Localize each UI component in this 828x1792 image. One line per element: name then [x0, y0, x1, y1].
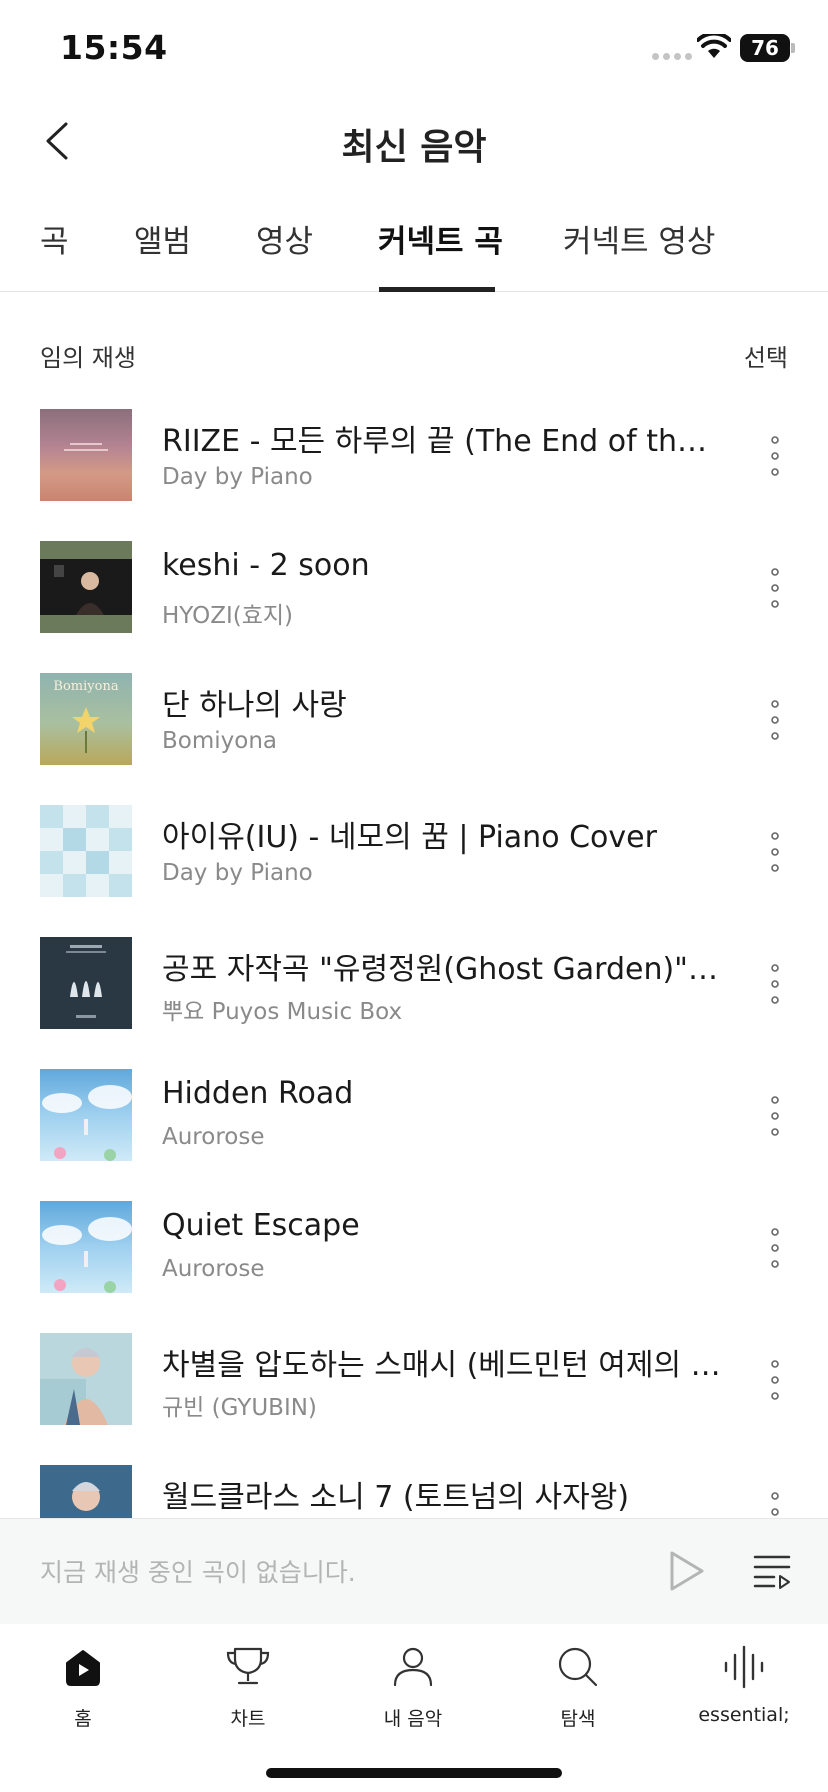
trophy-icon: [226, 1647, 270, 1685]
song-title: keshi - 2 soon: [162, 548, 370, 583]
shuffle-play-button[interactable]: 임의 재생: [40, 338, 136, 373]
more-options-icon[interactable]: [760, 1486, 790, 1518]
song-title: 월드클라스 소니 7 (토트넘의 사자왕): [162, 1480, 630, 1515]
status-time: 15:54: [60, 28, 168, 67]
more-options-icon[interactable]: [760, 958, 790, 1010]
song-item[interactable]: 아이유(IU) - 네모의 꿈 | Piano Cover Day by Pia…: [0, 786, 828, 918]
song-item[interactable]: 월드클라스 소니 7 (토트넘의 사자왕): [0, 1446, 828, 1518]
nav-explore-label: 탐색: [560, 1708, 596, 1730]
search-icon: [558, 1647, 598, 1687]
song-item[interactable]: Quiet Escape Aurorose: [0, 1182, 828, 1314]
play-icon[interactable]: [666, 1549, 706, 1593]
album-cover: [40, 805, 132, 897]
song-artist: Bomiyona: [162, 728, 277, 754]
mini-player[interactable]: 지금 재생 중인 곡이 없습니다.: [0, 1518, 828, 1624]
song-title: Quiet Escape: [162, 1208, 360, 1243]
tab-songs[interactable]: 곡: [40, 216, 69, 261]
nav-explore[interactable]: 탐색: [513, 1642, 643, 1731]
waveform-icon: [724, 1645, 764, 1689]
home-icon: [66, 1650, 100, 1686]
song-title: 아이유(IU) - 네모의 꿈 | Piano Cover: [162, 820, 657, 855]
person-icon: [393, 1647, 433, 1687]
song-item[interactable]: 공포 자작곡 "유령정원(Ghost Garden)" 오르골 버전 뿌요 Pu…: [0, 918, 828, 1050]
more-options-icon[interactable]: [760, 826, 790, 878]
nav-home-label: 홈: [74, 1708, 92, 1730]
nav-chart[interactable]: 차트: [183, 1642, 313, 1731]
nav-home[interactable]: 홈: [18, 1642, 148, 1731]
more-options-icon[interactable]: [760, 1222, 790, 1274]
song-title: RIIZE - 모든 하루의 끝 (The End of the Day) Pi…: [162, 424, 722, 459]
song-artist: Day by Piano: [162, 464, 313, 490]
album-cover: [40, 937, 132, 1029]
song-item[interactable]: Hidden Road Aurorose: [0, 1050, 828, 1182]
song-item[interactable]: keshi - 2 soon HYOZI(효지): [0, 522, 828, 654]
song-title: 공포 자작곡 "유령정원(Ghost Garden)" 오르골 버전: [162, 952, 722, 987]
album-cover: [40, 1465, 132, 1518]
song-artist: Aurorose: [162, 1256, 265, 1282]
song-title: Hidden Road: [162, 1076, 354, 1111]
status-bar: 15:54 76: [0, 0, 828, 96]
nav-my-music[interactable]: 내 음악: [348, 1642, 478, 1731]
select-button[interactable]: 선택: [744, 338, 788, 373]
page-title: 최신 음악: [341, 127, 487, 168]
playlist-queue-icon[interactable]: [752, 1551, 792, 1591]
more-options-icon[interactable]: [760, 1090, 790, 1142]
tab-albums[interactable]: 앨범: [134, 216, 191, 261]
song-item[interactable]: RIIZE - 모든 하루의 끝 (The End of the Day) Pi…: [0, 390, 828, 522]
wifi-icon: [697, 34, 731, 58]
nav-essential-label: essential;: [698, 1704, 790, 1726]
tab-connect-videos[interactable]: 커넥트 영상: [563, 216, 715, 261]
battery-cap: [791, 43, 795, 53]
tab-connect-songs[interactable]: 커넥트 곡: [378, 216, 503, 261]
more-options-icon[interactable]: [760, 562, 790, 614]
list-header: 임의 재생 선택: [0, 338, 828, 378]
song-artist: Aurorose: [162, 1124, 265, 1150]
song-title: 단 하나의 사랑: [162, 688, 347, 723]
album-cover: [40, 409, 132, 501]
more-options-icon[interactable]: [760, 694, 790, 746]
battery-icon: 76: [740, 34, 790, 62]
song-artist: HYOZI(효지): [162, 603, 293, 629]
song-artist: Day by Piano: [162, 860, 313, 886]
album-cover: [40, 1201, 132, 1293]
song-list: RIIZE - 모든 하루의 끝 (The End of the Day) Pi…: [0, 390, 828, 1518]
nav-chart-label: 차트: [230, 1708, 266, 1730]
song-item[interactable]: Bomiyona 단 하나의 사랑 Bomiyona: [0, 654, 828, 786]
header: 최신 음악: [0, 96, 828, 186]
more-options-icon[interactable]: [760, 1354, 790, 1406]
more-options-icon[interactable]: [760, 430, 790, 482]
nav-essential[interactable]: essential;: [679, 1642, 809, 1726]
album-cover: Bomiyona: [40, 673, 132, 765]
album-cover: [40, 1333, 132, 1425]
now-playing-empty-text: 지금 재생 중인 곡이 없습니다.: [40, 1558, 356, 1587]
bottom-nav: 홈 차트 내 음악 탐색 essential;: [0, 1624, 828, 1792]
active-tab-underline: [379, 287, 495, 292]
song-artist: 뿌요 Puyos Music Box: [162, 999, 403, 1025]
cellular-signal-icon: [652, 53, 692, 60]
album-cover: [40, 1069, 132, 1161]
home-indicator: [266, 1768, 562, 1778]
song-artist: 규빈 (GYUBIN): [162, 1395, 317, 1421]
song-item[interactable]: 차별을 압도하는 스매시 (베드민턴 여제의 군림) 규빈 (GYUBIN): [0, 1314, 828, 1446]
song-title: 차별을 압도하는 스매시 (베드민턴 여제의 군림): [162, 1348, 722, 1383]
tab-videos[interactable]: 영상: [256, 216, 313, 261]
tab-bar: 곡 앨범 영상 커넥트 곡 커넥트 영상: [0, 200, 828, 292]
nav-my-music-label: 내 음악: [383, 1708, 443, 1730]
album-cover: [40, 541, 132, 633]
